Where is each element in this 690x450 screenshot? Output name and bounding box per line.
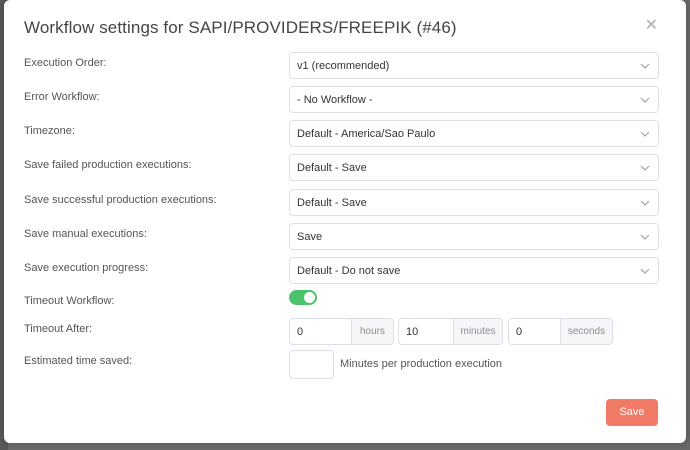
execution-order-row: Execution Order: v1 (recommended) xyxy=(4,52,686,80)
chevron-down-icon xyxy=(640,200,650,206)
chevron-down-icon xyxy=(640,268,650,274)
save-manual-label: Save manual executions: xyxy=(24,228,147,240)
timeout-after-row: Timeout After: hours minutes seconds xyxy=(4,318,686,346)
close-icon[interactable]: ✕ xyxy=(645,18,658,34)
timeout-minutes-group: minutes xyxy=(398,318,503,345)
execution-order-value: v1 (recommended) xyxy=(297,60,390,72)
save-failed-select[interactable]: Default - Save xyxy=(289,154,659,181)
save-progress-label: Save execution progress: xyxy=(24,262,149,274)
execution-order-select[interactable]: v1 (recommended) xyxy=(289,52,659,79)
toggle-knob xyxy=(304,292,315,303)
save-progress-row: Save execution progress: Default - Do no… xyxy=(4,257,686,285)
estimated-time-row: Estimated time saved: Minutes per produc… xyxy=(4,350,686,379)
chevron-down-icon xyxy=(640,234,650,240)
modal-title: Workflow settings for SAPI/PROVIDERS/FRE… xyxy=(24,18,457,37)
save-successful-select[interactable]: Default - Save xyxy=(289,189,659,216)
seconds-unit: seconds xyxy=(560,319,612,344)
save-failed-label: Save failed production executions: xyxy=(24,159,192,171)
save-progress-value: Default - Do not save xyxy=(297,265,401,277)
timeout-hours-input[interactable] xyxy=(290,319,352,344)
save-successful-row: Save successful production executions: D… xyxy=(4,189,686,217)
save-manual-select[interactable]: Save xyxy=(289,223,659,250)
error-workflow-row: Error Workflow: - No Workflow - xyxy=(4,86,686,114)
chevron-down-icon xyxy=(640,63,650,69)
save-failed-value: Default - Save xyxy=(297,162,367,174)
workflow-settings-modal: Workflow settings for SAPI/PROVIDERS/FRE… xyxy=(4,0,686,443)
save-failed-row: Save failed production executions: Defau… xyxy=(4,154,686,182)
save-manual-row: Save manual executions: Save xyxy=(4,223,686,251)
save-button[interactable]: Save xyxy=(606,399,658,426)
minutes-unit: minutes xyxy=(453,319,502,344)
timeout-workflow-toggle[interactable] xyxy=(289,290,317,305)
timeout-hours-group: hours xyxy=(289,318,394,345)
execution-order-label: Execution Order: xyxy=(24,57,107,69)
hours-unit: hours xyxy=(351,319,393,344)
timeout-after-label: Timeout After: xyxy=(24,323,93,335)
error-workflow-label: Error Workflow: xyxy=(24,91,100,103)
timeout-workflow-row: Timeout Workflow: xyxy=(4,290,686,318)
timezone-label: Timezone: xyxy=(24,125,75,137)
timeout-seconds-group: seconds xyxy=(508,318,613,345)
error-workflow-select[interactable]: - No Workflow - xyxy=(289,86,659,113)
timeout-workflow-label: Timeout Workflow: xyxy=(24,295,115,307)
chevron-down-icon xyxy=(640,165,650,171)
timezone-select[interactable]: Default - America/Sao Paulo xyxy=(289,120,659,147)
save-progress-select[interactable]: Default - Do not save xyxy=(289,257,659,284)
chevron-down-icon xyxy=(640,131,650,137)
chevron-down-icon xyxy=(640,97,650,103)
timezone-row: Timezone: Default - America/Sao Paulo xyxy=(4,120,686,148)
estimated-time-input[interactable] xyxy=(289,350,334,379)
error-workflow-value: - No Workflow - xyxy=(297,94,373,106)
estimated-time-label: Estimated time saved: xyxy=(24,355,133,367)
save-successful-label: Save successful production executions: xyxy=(24,194,217,206)
timezone-value: Default - America/Sao Paulo xyxy=(297,128,436,140)
save-manual-value: Save xyxy=(297,231,323,243)
timeout-minutes-input[interactable] xyxy=(399,319,454,344)
estimated-time-suffix: Minutes per production execution xyxy=(340,358,503,370)
timeout-seconds-input[interactable] xyxy=(509,319,561,344)
save-successful-value: Default - Save xyxy=(297,197,367,209)
